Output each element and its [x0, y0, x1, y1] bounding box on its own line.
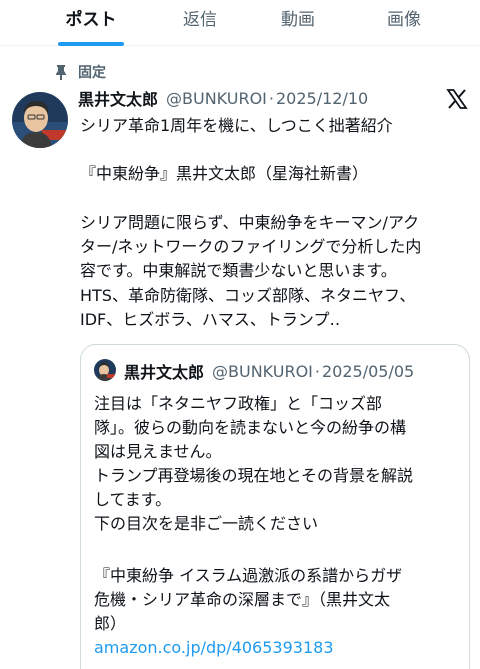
author-name[interactable]: 黒井文太郎	[78, 86, 158, 110]
x-logo-icon[interactable]	[446, 88, 468, 110]
tab-posts[interactable]: ポスト	[50, 0, 132, 46]
avatar[interactable]	[12, 92, 68, 148]
post-text-line: HTS、革命防衛隊、コッズ部隊、ネタニヤフ、	[80, 286, 416, 305]
post-text-line: IDF、ヒズボラ、ハマス、トランプ‥	[80, 310, 341, 329]
post-text-line: シリア問題に限らず、中東紛争をキーマン/アク	[80, 213, 420, 232]
quote-author-name[interactable]: 黒井文太郎	[124, 359, 204, 383]
quote-text-line: してます。	[94, 490, 172, 509]
quote-text-line: 危機・シリア革命の深層まで』（黒井文太	[94, 590, 391, 609]
quote-text-line: 注目は「ネタニヤフ政権」と「コッズ部	[94, 394, 383, 413]
tab-replies[interactable]: 返信	[172, 0, 228, 46]
pinned-label: 固定	[78, 65, 106, 81]
quote-text-line: トランプ再登場後の現在地とその背景を解説	[94, 466, 414, 485]
quote-text-line: 隊」。彼らの動向を読まないと今の紛争の構	[94, 418, 407, 437]
tab-videos[interactable]: 動画	[270, 0, 326, 46]
tab-images[interactable]: 画像	[376, 0, 432, 46]
quote-separator-dot: ·	[314, 361, 320, 381]
quote-avatar[interactable]	[94, 359, 116, 381]
quote-text-line: 『中東紛争 イスラム過激派の系譜からガザ	[94, 566, 403, 585]
post-date[interactable]: 2025/12/10	[276, 89, 368, 108]
quote-date[interactable]: 2025/05/05	[322, 362, 414, 381]
quote-link[interactable]: amazon.co.jp/dp/4065393183	[94, 636, 334, 660]
quote-author-handle[interactable]: @BUNKUROI	[212, 362, 313, 381]
quote-text-line: 郎）	[94, 614, 127, 633]
active-tab-indicator	[58, 42, 124, 46]
quote-text-line: 図は見えません。	[94, 442, 222, 461]
pinned-indicator: 固定	[52, 62, 106, 82]
post-text-line: 『中東紛争』黒井文太郎（星海社新書）	[80, 164, 369, 183]
quote-text-line: 下の目次を是非ご一読ください	[94, 514, 319, 533]
profile-tabs: ポスト 返信 動画 画像	[0, 0, 480, 46]
author-handle[interactable]: @BUNKUROI	[166, 89, 267, 108]
post-header: 黒井文太郎 @BUNKUROI · 2025/12/10	[78, 86, 368, 110]
pin-icon	[52, 63, 70, 81]
post-text-line: 容です。中東解説で類書少ないと思います。	[80, 261, 397, 280]
separator-dot: ·	[268, 88, 274, 108]
post-text-line: ター/ネットワークのファイリングで分析した内	[80, 237, 422, 256]
quote-header: 黒井文太郎 @BUNKUROI · 2025/05/05	[124, 359, 414, 383]
post-text-line: シリア革命1周年を機に、しつこく拙著紹介	[80, 116, 393, 135]
